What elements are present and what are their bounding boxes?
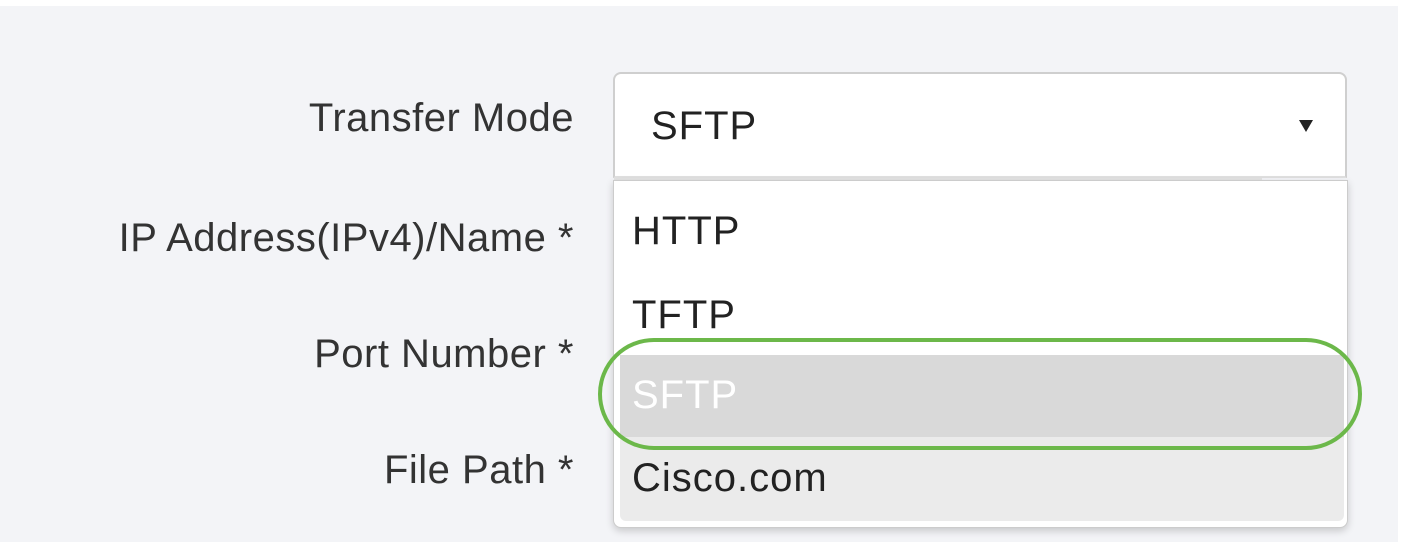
option-cisco-com[interactable]: Cisco.com [620, 437, 1344, 521]
transfer-mode-dropdown-list: HTTP TFTP SFTP Cisco.com [613, 180, 1348, 528]
option-http[interactable]: HTTP [632, 209, 740, 254]
file-path-label: File Path * [383, 448, 574, 492]
option-sftp[interactable]: SFTP [620, 355, 1344, 437]
transfer-mode-select[interactable]: SFTP [613, 72, 1347, 178]
caret-down-icon[interactable] [1299, 120, 1313, 132]
ip-address-label: IP Address(IPv4)/Name * [118, 216, 574, 260]
option-sftp-label: SFTP [632, 373, 739, 417]
transfer-mode-label: Transfer Mode [308, 96, 574, 140]
port-number-label: Port Number * [314, 332, 574, 376]
option-cisco-com-label: Cisco.com [632, 456, 828, 500]
transfer-mode-selected-value: SFTP [651, 104, 758, 148]
option-tftp[interactable]: TFTP [632, 293, 736, 338]
